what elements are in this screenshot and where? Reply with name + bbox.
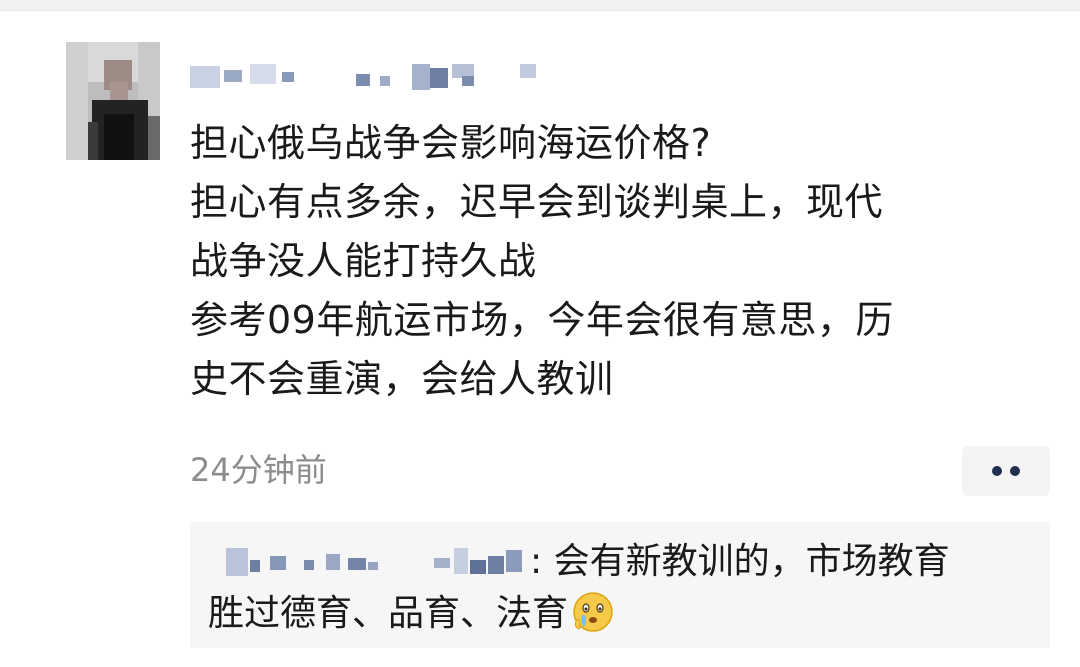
top-divider bbox=[0, 0, 1080, 11]
avatar[interactable] bbox=[66, 42, 160, 160]
username-redacted[interactable] bbox=[190, 58, 550, 94]
post-timestamp: 24分钟前 bbox=[190, 451, 327, 489]
reply-body: : 会有新教训的，市场教育 胜过德育、品育、法育 bbox=[208, 536, 1038, 640]
post-text-line: 参考09年航运市场，今年会很有意思，历 bbox=[190, 298, 894, 342]
post-body: 担心俄乌战争会影响海运价格? 担心有点多余，迟早会到谈判桌上，现代 战争没人能打… bbox=[190, 114, 1040, 409]
reply-separator: : bbox=[530, 541, 543, 582]
post-text-line: 担心俄乌战争会影响海运价格? bbox=[190, 121, 712, 165]
crying-face-emoji-icon bbox=[572, 591, 614, 633]
post-text-line: 担心有点多余，迟早会到谈判桌上，现代 bbox=[190, 180, 884, 224]
reply-text-line: 会有新教训的，市场教育 bbox=[542, 541, 950, 582]
post-text-line: 史不会重演，会给人教训 bbox=[190, 357, 614, 401]
more-options-button[interactable] bbox=[962, 446, 1050, 496]
reply-text-line: 胜过德育、品育、法育 bbox=[208, 593, 569, 634]
reply-comment[interactable]: : 会有新教训的，市场教育 胜过德育、品育、法育 bbox=[190, 522, 1050, 648]
post-text-line: 战争没人能打持久战 bbox=[190, 239, 537, 283]
